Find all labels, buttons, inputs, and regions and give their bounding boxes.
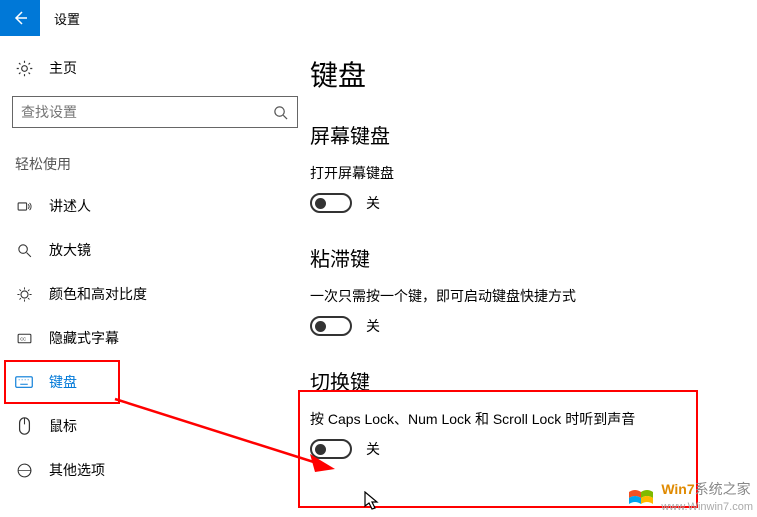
section-desc-osk: 打开屏幕键盘	[310, 163, 757, 183]
search-icon	[273, 105, 289, 120]
sidebar-item-contrast[interactable]: 颜色和高对比度	[0, 272, 310, 316]
window-title: 设置	[40, 9, 80, 28]
toggle-togglekeys[interactable]	[310, 439, 352, 459]
arrow-left-icon	[12, 10, 28, 26]
main-panel: 键盘 屏幕键盘 打开屏幕键盘 关 粘滞键 一次只需按一个键，即可启动键盘快捷方式…	[310, 36, 757, 517]
toggle-osk[interactable]	[310, 193, 352, 213]
section-desc-sticky: 一次只需按一个键，即可启动键盘快捷方式	[310, 286, 757, 306]
svg-text:cc: cc	[20, 336, 26, 342]
captions-icon: cc	[15, 330, 33, 347]
sidebar-home[interactable]: 主页	[0, 50, 310, 86]
toggle-sticky[interactable]	[310, 316, 352, 336]
section-desc-togglekeys: 按 Caps Lock、Num Lock 和 Scroll Lock 时听到声音	[310, 409, 757, 429]
magnifier-icon	[15, 242, 33, 259]
other-options-icon	[15, 462, 33, 479]
sidebar-item-other[interactable]: 其他选项	[0, 448, 310, 492]
keyboard-icon	[15, 375, 33, 389]
sidebar-group-label: 轻松使用	[0, 146, 310, 184]
sidebar-item-label: 隐藏式字幕	[49, 328, 119, 348]
sidebar-item-narrator[interactable]: 讲述人	[0, 184, 310, 228]
search-input[interactable]	[21, 104, 273, 120]
sidebar-item-label: 讲述人	[49, 196, 91, 216]
sidebar-item-label: 其他选项	[49, 460, 105, 480]
toggle-state-sticky: 关	[366, 316, 380, 336]
gear-icon	[15, 60, 33, 77]
toggle-knob	[315, 321, 326, 332]
section-title-togglekeys: 切换键	[310, 366, 757, 395]
sidebar-home-label: 主页	[49, 58, 77, 78]
page-title: 键盘	[310, 54, 757, 94]
toggle-state-togglekeys: 关	[366, 439, 380, 459]
narrator-icon	[15, 198, 33, 215]
section-title-osk: 屏幕键盘	[310, 120, 757, 149]
mouse-icon	[15, 417, 33, 435]
search-box[interactable]	[12, 96, 298, 128]
toggle-knob	[315, 444, 326, 455]
sidebar-item-keyboard[interactable]: 键盘	[0, 360, 310, 404]
sidebar: 主页 轻松使用 讲述人 放大镜 颜色和高对比度	[0, 36, 310, 517]
section-title-sticky: 粘滞键	[310, 243, 757, 272]
sidebar-item-label: 鼠标	[49, 416, 77, 436]
toggle-knob	[315, 198, 326, 209]
sidebar-item-label: 放大镜	[49, 240, 91, 260]
back-button[interactable]	[0, 0, 40, 36]
contrast-icon	[15, 286, 33, 303]
window-header: 设置	[0, 0, 757, 36]
sidebar-item-mouse[interactable]: 鼠标	[0, 404, 310, 448]
sidebar-item-label: 键盘	[49, 372, 77, 392]
sidebar-item-captions[interactable]: cc 隐藏式字幕	[0, 316, 310, 360]
sidebar-item-label: 颜色和高对比度	[49, 284, 147, 304]
toggle-state-osk: 关	[366, 193, 380, 213]
sidebar-item-magnifier[interactable]: 放大镜	[0, 228, 310, 272]
